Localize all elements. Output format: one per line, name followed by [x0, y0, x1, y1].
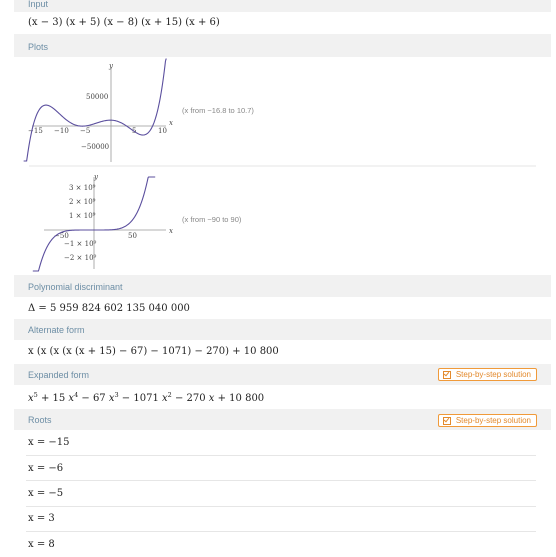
- plot1-ytick-50000: 50000: [86, 93, 108, 101]
- root-divider: [26, 480, 536, 481]
- root-divider: [26, 531, 536, 532]
- plot1-xtick: 10: [158, 127, 167, 135]
- plot2-ytick-2e9: 2 × 10⁹: [69, 198, 96, 206]
- plot2-xtick-50: 50: [128, 232, 137, 240]
- root-item: x = −6: [28, 463, 64, 474]
- plot2-ytick-1e9: 1 × 10⁹: [69, 212, 96, 220]
- plot2-ytick-3e9: 3 × 10⁹: [69, 184, 96, 192]
- root-item: x = −15: [28, 437, 70, 448]
- plot1-xtick: −5: [80, 127, 90, 135]
- plot1-y-label: y: [108, 62, 114, 70]
- plots-svg: y x −15 −10 −5 5 10 50000 −50000 y x −50 50 …: [23, 58, 536, 272]
- discriminant-header: Polynomial discriminant: [28, 282, 123, 292]
- roots-step-button[interactable]: Step-by-step solution: [437, 414, 537, 427]
- input-expression: (x − 3) (x + 5) (x − 8) (x + 15) (x + 6): [28, 17, 220, 28]
- root-item: x = 8: [28, 539, 55, 550]
- step-checkbox-icon: [442, 416, 451, 425]
- plot2-ytick-neg2e9: −2 × 10⁹: [64, 254, 97, 262]
- expanded-step-button[interactable]: Step-by-step solution: [437, 368, 537, 381]
- step-checkbox-icon: [442, 370, 451, 379]
- plot2-y-label: y: [93, 173, 99, 181]
- plot1-ytick-neg50000: −50000: [81, 143, 109, 151]
- plot1-range-note: (x from −16.8 to 10.7): [182, 106, 254, 115]
- plot1-xtick: −10: [54, 127, 69, 135]
- expanded-value: x5 + 15 x4 − 67 x3 − 1071 x2 − 270 x + 1…: [28, 391, 265, 404]
- root-item: x = −5: [28, 488, 64, 499]
- plots-header: Plots: [28, 42, 49, 52]
- root-divider: [26, 455, 536, 456]
- plot1-x-label: x: [169, 119, 173, 127]
- alternate-header: Alternate form: [28, 325, 85, 335]
- plot2-ytick-neg1e9: −1 × 10⁹: [64, 240, 97, 248]
- plot2-range-note: (x from −90 to 90): [182, 215, 242, 224]
- roots-panel: [14, 430, 551, 557]
- plot1-xtick: −15: [28, 127, 43, 135]
- alternate-value: x (x (x (x (x + 15) − 67) − 1071) − 270)…: [28, 346, 279, 357]
- plots-panel[interactable]: y x −15 −10 −5 5 10 50000 −50000 y x −50 50 …: [14, 57, 551, 275]
- root-divider: [26, 506, 536, 507]
- discriminant-value: Δ = 5 959 824 602 135 040 000: [28, 303, 190, 314]
- plot2-x-label: x: [169, 227, 173, 235]
- plot2-xtick-neg50: −50: [54, 232, 69, 240]
- roots-step-label: Step-by-step solution: [455, 416, 531, 425]
- root-item: x = 3: [28, 513, 55, 524]
- expanded-step-label: Step-by-step solution: [455, 370, 531, 379]
